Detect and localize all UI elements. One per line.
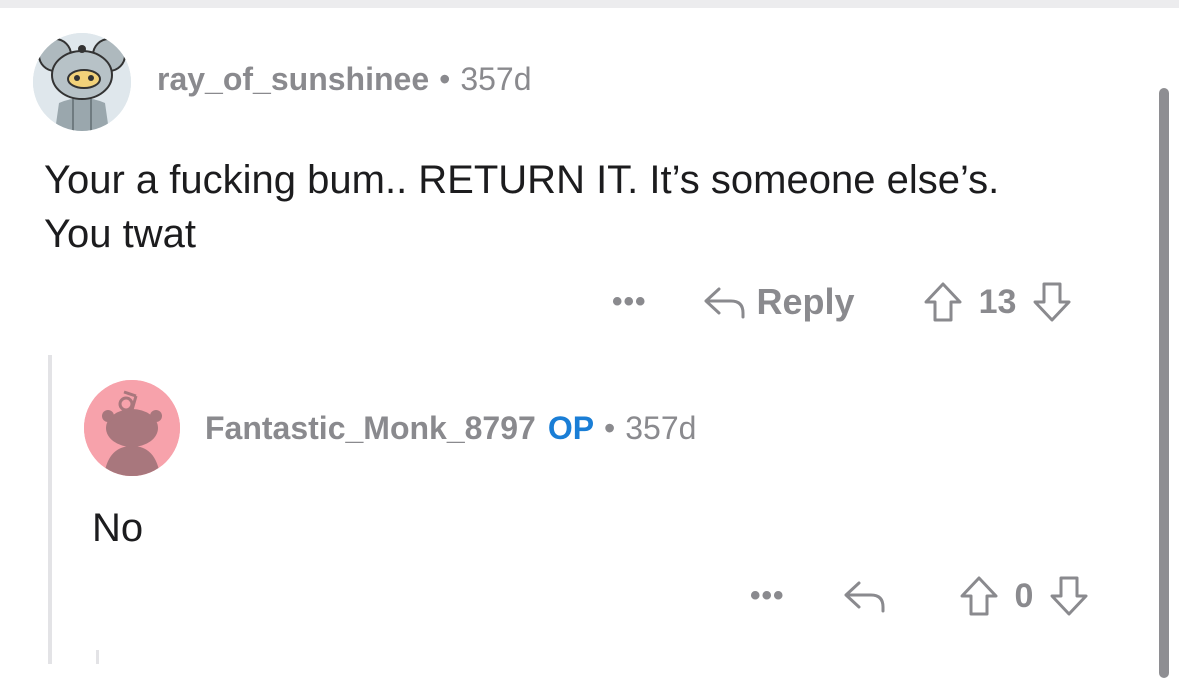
downvote-arrow-icon	[1050, 576, 1088, 616]
downvote-button[interactable]	[1030, 280, 1074, 324]
vote-score: 0	[1014, 576, 1034, 615]
koala-snoo-avatar-icon	[33, 33, 131, 131]
more-options-button[interactable]: •••	[612, 285, 647, 319]
upvote-arrow-icon	[960, 576, 998, 616]
reply-label: Reply	[756, 281, 855, 322]
reply-avatar[interactable]	[84, 380, 180, 476]
op-badge: OP	[547, 410, 595, 446]
upvote-button[interactable]	[921, 280, 965, 324]
reply-meta: Fantastic_Monk_8797 OP • 357d	[205, 410, 696, 447]
comment-age: 357d	[460, 61, 532, 97]
downvote-button[interactable]	[1047, 574, 1091, 618]
reply-body: No	[92, 506, 144, 550]
reply-age: 357d	[625, 410, 697, 446]
reply-username[interactable]: Fantastic_Monk_8797	[205, 410, 536, 446]
comment-meta: ray_of_sunshinee • 357d	[157, 61, 532, 98]
thread-line[interactable]	[48, 355, 52, 664]
comment-username[interactable]: ray_of_sunshinee	[157, 61, 429, 97]
reply-button[interactable]	[841, 578, 887, 614]
downvote-arrow-icon	[1033, 282, 1071, 322]
vote-score: 13	[978, 282, 1017, 321]
top-bar	[0, 0, 1179, 8]
more-options-button[interactable]: •••	[750, 579, 785, 613]
upvote-arrow-icon	[924, 282, 962, 322]
nested-thread-line[interactable]	[96, 650, 99, 664]
reply-button[interactable]: Reply	[701, 281, 855, 323]
meta-separator: •	[439, 61, 451, 97]
reply-arrow-icon	[704, 287, 745, 319]
user-avatar[interactable]	[33, 33, 131, 131]
upvote-button[interactable]	[957, 574, 1001, 618]
reply-arrow-icon	[844, 581, 885, 613]
comment-actions: ••• Reply 13	[612, 278, 1074, 326]
scrollbar[interactable]	[1159, 88, 1169, 678]
reply-actions: ••• 0	[750, 572, 1091, 620]
default-snoo-avatar-icon	[84, 380, 180, 476]
comment-body-line: You twat	[44, 212, 196, 256]
comment-body: Your a fucking bum.. RETURN IT. It’s som…	[44, 153, 1144, 261]
comment-body-line: Your a fucking bum.. RETURN IT. It’s som…	[44, 158, 1000, 202]
meta-separator: •	[604, 410, 616, 446]
